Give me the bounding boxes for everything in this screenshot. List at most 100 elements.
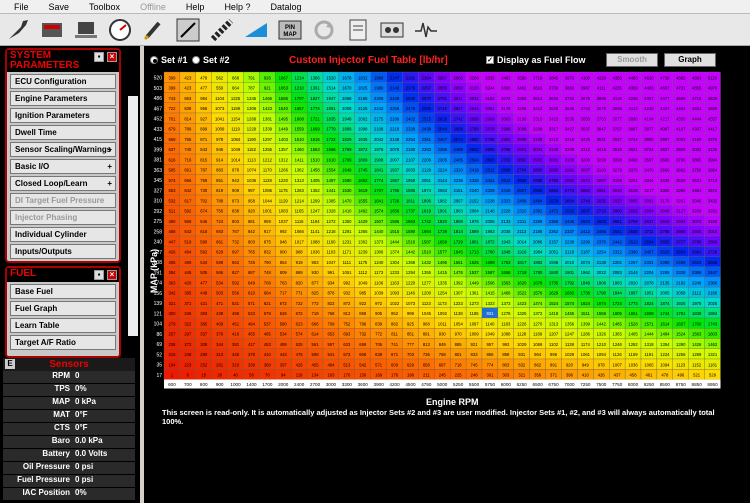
table-cell[interactable]: 368: [259, 358, 276, 370]
table-cell[interactable]: 732: [227, 235, 244, 247]
table-cell[interactable]: 1088: [497, 328, 514, 339]
table-cell[interactable]: 417: [243, 338, 260, 349]
table-cell[interactable]: 2494: [529, 194, 546, 206]
table-cell[interactable]: 4698: [704, 102, 721, 114]
table-cell[interactable]: 833: [465, 348, 483, 360]
table-cell[interactable]: 3616: [529, 82, 546, 93]
table-cell[interactable]: 2749: [577, 194, 594, 206]
table-cell[interactable]: 1240: [370, 256, 387, 267]
table-cell[interactable]: 2588: [704, 256, 721, 267]
table-cell[interactable]: 1129: [275, 194, 292, 206]
table-cell[interactable]: 1792: [561, 276, 578, 288]
table-cell[interactable]: 2074: [577, 256, 594, 267]
table-cell[interactable]: 972: [370, 297, 387, 308]
table-cell[interactable]: 956: [195, 102, 212, 114]
throttle-icon[interactable]: [174, 16, 202, 44]
table-cell[interactable]: 3209: [688, 205, 705, 216]
table-cell[interactable]: 279: [163, 317, 181, 329]
table-cell[interactable]: 3072: [688, 215, 705, 226]
table-cell[interactable]: 1113: [243, 153, 260, 165]
table-cell[interactable]: 1495: [275, 112, 292, 124]
system-item-individual-cylinder[interactable]: Individual Cylinder: [10, 227, 116, 242]
table-cell[interactable]: 642: [179, 184, 196, 196]
table-cell[interactable]: 2944: [465, 102, 483, 114]
table-cell[interactable]: 825: [306, 287, 324, 298]
table-cell[interactable]: 2567: [434, 71, 451, 83]
table-cell[interactable]: 1263: [291, 184, 308, 196]
table-cell[interactable]: 1289: [688, 348, 705, 360]
table-cell[interactable]: 486: [227, 307, 244, 319]
table-cell[interactable]: 1321: [704, 348, 721, 360]
table-cell[interactable]: 3662: [672, 164, 689, 175]
table-cell[interactable]: 3106: [545, 143, 562, 155]
table-cell[interactable]: 3597: [640, 153, 658, 165]
table-cell[interactable]: 198: [402, 369, 419, 380]
table-cell[interactable]: 1844: [609, 287, 626, 298]
table-cell[interactable]: 590: [195, 235, 212, 247]
table-cell[interactable]: 2005: [656, 287, 673, 298]
table-cell[interactable]: 1049: [227, 143, 244, 155]
table-cell[interactable]: 170: [338, 369, 355, 380]
table-cell[interactable]: 1841: [370, 164, 387, 175]
table-cell[interactable]: 1554: [322, 164, 340, 175]
table-cell[interactable]: 2204: [640, 266, 658, 278]
table-cell[interactable]: 56: [243, 369, 260, 380]
table-cell[interactable]: 1381: [259, 112, 276, 124]
table-cell[interactable]: 2991: [561, 164, 578, 175]
table-cell[interactable]: 4607: [656, 82, 673, 93]
table-cell[interactable]: 1354: [656, 338, 673, 349]
table-cell[interactable]: 3718: [529, 71, 546, 83]
table-cell[interactable]: 2328: [465, 174, 483, 185]
table-cell[interactable]: 2901: [513, 143, 530, 155]
table-cell[interactable]: 3083: [497, 112, 514, 124]
table-cell[interactable]: 748: [259, 266, 276, 278]
table-cell[interactable]: 1036: [624, 358, 642, 370]
table-cell[interactable]: 666: [306, 317, 324, 329]
table-cell[interactable]: 365: [195, 317, 212, 329]
table-cell[interactable]: 1641: [370, 194, 387, 206]
table-cell[interactable]: 339: [243, 358, 260, 370]
table-cell[interactable]: 2860: [672, 225, 689, 237]
table-cell[interactable]: 1561: [450, 256, 467, 267]
table-cell[interactable]: 405: [163, 256, 181, 267]
table-cell[interactable]: 1984: [529, 246, 546, 257]
table-cell[interactable]: 1220: [275, 174, 292, 185]
table-cell[interactable]: 2974: [577, 174, 594, 185]
table-cell[interactable]: 4581: [688, 102, 705, 114]
table-cell[interactable]: 1872: [481, 235, 499, 247]
table-cell[interactable]: 1891: [322, 102, 340, 114]
table-cell[interactable]: 3004: [529, 143, 546, 155]
table-cell[interactable]: 461: [640, 369, 658, 380]
table-cell[interactable]: 3621: [624, 143, 642, 155]
table-cell[interactable]: 1791: [672, 307, 689, 319]
table-cell[interactable]: 2802: [513, 153, 530, 165]
table-cell[interactable]: 1683: [561, 287, 578, 298]
table-cell[interactable]: 2265: [656, 266, 673, 278]
table-cell[interactable]: 740: [179, 143, 196, 155]
table-cell[interactable]: 525: [291, 338, 308, 349]
table-cell[interactable]: 310: [227, 358, 244, 370]
table-cell[interactable]: 1174: [577, 338, 594, 349]
table-cell[interactable]: 1207: [545, 328, 562, 339]
table-cell[interactable]: 1224: [656, 348, 673, 360]
table-cell[interactable]: 1524: [672, 328, 689, 339]
table-cell[interactable]: 1231: [338, 235, 355, 247]
table-cell[interactable]: 1140: [481, 317, 499, 329]
table-cell[interactable]: 3744: [624, 133, 642, 144]
table-cell[interactable]: 1: [163, 369, 181, 380]
table-cell[interactable]: 562: [211, 71, 228, 83]
table-cell[interactable]: 1173: [434, 297, 451, 308]
table-cell[interactable]: 2202: [609, 256, 626, 267]
table-cell[interactable]: 4087: [656, 123, 673, 134]
table-cell[interactable]: 571: [370, 358, 387, 370]
table-cell[interactable]: 399: [163, 82, 181, 93]
table-cell[interactable]: 4330: [672, 112, 689, 124]
table-cell[interactable]: 3393: [513, 92, 530, 103]
table-cell[interactable]: 2655: [656, 235, 673, 247]
table-cell[interactable]: 866: [481, 348, 499, 360]
table-cell[interactable]: 716: [450, 358, 467, 370]
table-cell[interactable]: 1449: [275, 123, 292, 134]
table-cell[interactable]: 3758: [688, 164, 705, 175]
table-cell[interactable]: 1175: [275, 184, 292, 196]
table-cell[interactable]: 3827: [656, 143, 673, 155]
